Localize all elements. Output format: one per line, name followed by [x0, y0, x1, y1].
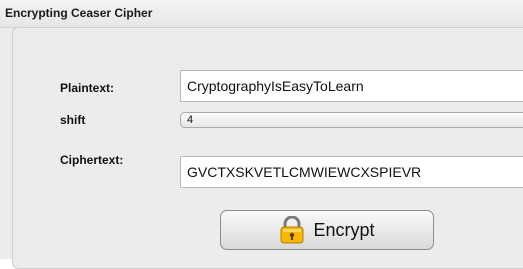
- encrypt-button-label: Encrypt: [313, 219, 375, 240]
- ciphertext-label: Ciphertext:: [60, 153, 124, 167]
- encrypt-button[interactable]: Encrypt: [220, 210, 434, 250]
- ciphertext-output[interactable]: GVCTXSKVETLCMWIEWCXSPIEVR: [180, 156, 523, 188]
- window-title: Encrypting Ceaser Cipher: [5, 6, 153, 20]
- lock-icon: [280, 216, 304, 244]
- shift-spinner[interactable]: 4: [180, 112, 523, 128]
- title-bar: Encrypting Ceaser Cipher: [0, 0, 523, 28]
- plaintext-label: Plaintext:: [60, 81, 115, 95]
- plaintext-input[interactable]: CryptographyIsEasyToLearn: [180, 70, 523, 102]
- shift-label: shift: [60, 113, 86, 127]
- plaintext-value: CryptographyIsEasyToLearn: [187, 78, 364, 94]
- shift-value: 4: [187, 114, 194, 126]
- app-window: Encrypting Ceaser Cipher Plaintext: Cryp…: [0, 0, 523, 269]
- ciphertext-value: GVCTXSKVETLCMWIEWCXSPIEVR: [187, 164, 422, 180]
